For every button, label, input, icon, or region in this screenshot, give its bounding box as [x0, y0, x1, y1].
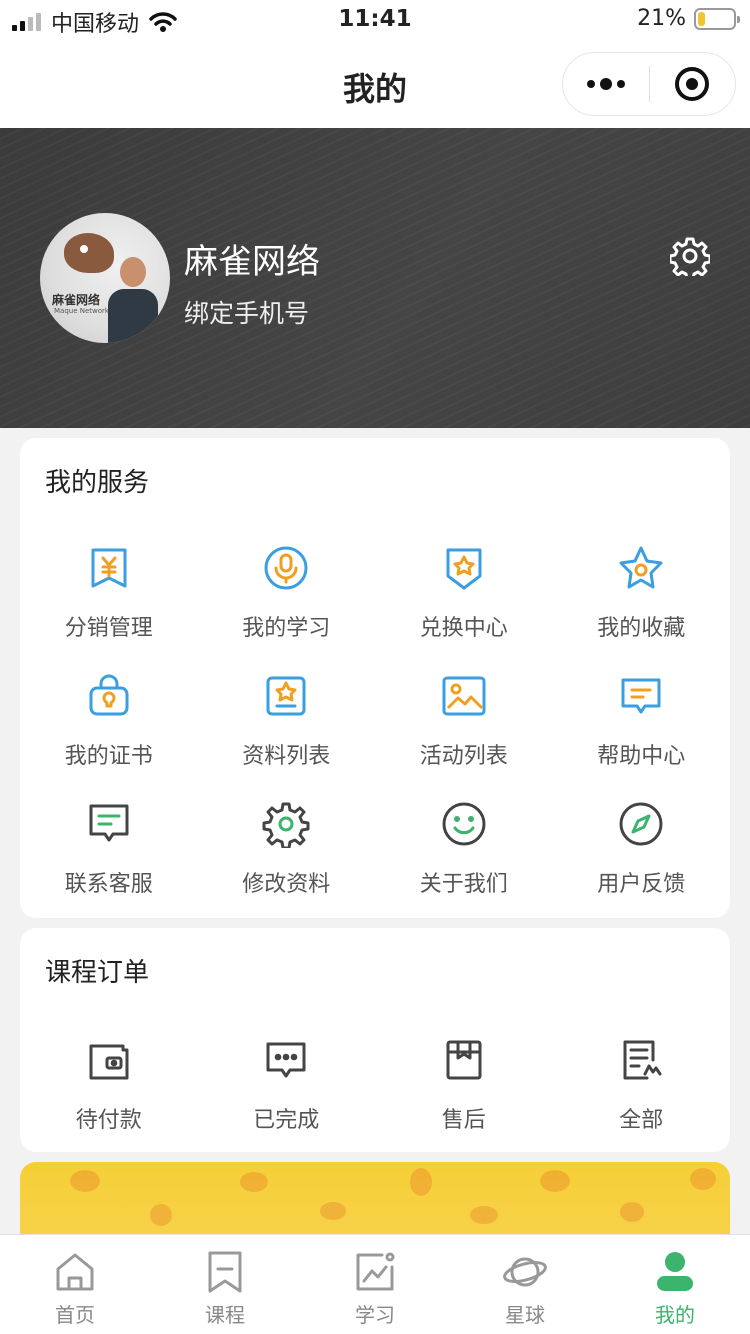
avatar[interactable]: 麻雀网络 Maque Network	[40, 213, 170, 343]
chat-dots-icon	[266, 1042, 306, 1078]
battery-percent: 21%	[637, 6, 686, 31]
service-help-center[interactable]: 帮助中心	[553, 666, 731, 794]
service-feedback[interactable]: 用户反馈	[553, 794, 731, 922]
service-label: 我的收藏	[597, 616, 686, 641]
avatar-brand-subtext: Maque Network	[54, 307, 109, 315]
service-edit-profile[interactable]: 修改资料	[198, 794, 376, 922]
tab-planet[interactable]: 星球	[450, 1235, 600, 1334]
service-materials[interactable]: 资料列表	[198, 666, 376, 794]
services-title: 我的服务	[45, 468, 150, 498]
service-label: 活动列表	[419, 744, 508, 769]
battery-icon	[694, 7, 740, 30]
tab-label: 学习	[355, 1303, 395, 1327]
certificate-icon	[89, 674, 129, 716]
service-label: 用户反馈	[597, 872, 686, 897]
service-label: 我的证书	[64, 744, 153, 769]
tab-mine[interactable]: 我的	[600, 1235, 750, 1334]
yuan-badge-icon	[91, 548, 127, 588]
bind-phone-link[interactable]: 绑定手机号	[184, 294, 309, 330]
chart-icon	[356, 1252, 395, 1291]
battery-fill	[698, 11, 706, 26]
user-icon	[657, 1252, 693, 1291]
service-label: 兑换中心	[419, 616, 508, 641]
tab-label: 星球	[505, 1303, 545, 1327]
home-icon	[56, 1253, 94, 1291]
order-all[interactable]: 全部	[553, 1030, 731, 1158]
more-dots-icon	[586, 78, 625, 90]
image-icon	[442, 676, 486, 716]
service-exchange[interactable]: 兑换中心	[375, 538, 553, 666]
user-name: 麻雀网络	[184, 242, 320, 282]
profile-header: 麻雀网络 Maque Network 麻雀网络 绑定手机号	[0, 128, 750, 428]
wallet-icon	[89, 1044, 129, 1080]
orders-grid: 待付款 已完成 售后 全部	[20, 1030, 730, 1158]
avatar-brand-text: 麻雀网络	[52, 293, 101, 307]
order-after-sales[interactable]: 售后	[375, 1030, 553, 1158]
chat-bubble-icon	[621, 678, 661, 714]
microphone-icon	[264, 546, 308, 590]
course-orders-card: 课程订单 待付款 已完成 售后 全部	[20, 928, 730, 1152]
target-icon	[675, 67, 710, 101]
bookmark-icon	[208, 1251, 242, 1293]
star-icon	[619, 546, 663, 589]
status-bar: 中国移动 11:41 21%	[0, 0, 750, 40]
order-label: 全部	[619, 1108, 664, 1133]
tab-label: 课程	[205, 1303, 245, 1327]
list-icon	[623, 1040, 662, 1080]
order-label: 待付款	[75, 1108, 142, 1133]
compass-icon	[619, 802, 663, 846]
bird-logo-icon	[64, 233, 114, 273]
status-right: 21%	[637, 6, 740, 31]
tab-study[interactable]: 学习	[300, 1235, 450, 1334]
service-label: 分销管理	[64, 616, 153, 641]
service-label: 资料列表	[242, 744, 331, 769]
tab-home[interactable]: 首页	[0, 1235, 150, 1334]
orders-title: 课程订单	[45, 958, 150, 988]
service-label: 修改资料	[242, 872, 331, 897]
tab-courses[interactable]: 课程	[150, 1235, 300, 1334]
settings-gear-icon[interactable]	[670, 236, 710, 276]
more-button[interactable]	[563, 53, 649, 115]
service-label: 关于我们	[419, 872, 508, 897]
tab-bar: 首页 课程 学习 星球 我的	[0, 1234, 750, 1334]
person-photo	[108, 257, 158, 343]
mini-program-capsule	[562, 52, 736, 116]
tab-label: 我的	[655, 1303, 695, 1327]
gear-icon	[262, 802, 310, 848]
my-services-card: 我的服务 分销管理 我的学习 兑换中心 我的收藏 我的证书 资料列表 活动列表 …	[20, 438, 730, 918]
star-shield-icon	[446, 548, 482, 590]
service-label: 联系客服	[64, 872, 153, 897]
smile-icon	[442, 802, 486, 846]
order-label: 已完成	[253, 1108, 320, 1133]
star-card-icon	[266, 676, 306, 716]
planet-icon	[503, 1257, 547, 1287]
box-icon	[446, 1040, 482, 1080]
service-about-us[interactable]: 关于我们	[375, 794, 553, 922]
order-completed[interactable]: 已完成	[198, 1030, 376, 1158]
service-my-learning[interactable]: 我的学习	[198, 538, 376, 666]
order-label: 售后	[441, 1108, 486, 1133]
tab-label: 首页	[55, 1303, 95, 1327]
service-favorites[interactable]: 我的收藏	[553, 538, 731, 666]
close-mini-program-button[interactable]	[650, 53, 736, 115]
service-distribution[interactable]: 分销管理	[20, 538, 198, 666]
services-grid: 分销管理 我的学习 兑换中心 我的收藏 我的证书 资料列表 活动列表 帮助中心 …	[20, 538, 730, 922]
order-pending-payment[interactable]: 待付款	[20, 1030, 198, 1158]
service-activities[interactable]: 活动列表	[375, 666, 553, 794]
message-icon	[89, 804, 129, 842]
service-contact-support[interactable]: 联系客服	[20, 794, 198, 922]
service-label: 我的学习	[242, 616, 331, 641]
promo-banner[interactable]	[20, 1162, 730, 1242]
service-label: 帮助中心	[597, 744, 686, 769]
service-certificates[interactable]: 我的证书	[20, 666, 198, 794]
nav-bar: 我的	[0, 40, 750, 128]
